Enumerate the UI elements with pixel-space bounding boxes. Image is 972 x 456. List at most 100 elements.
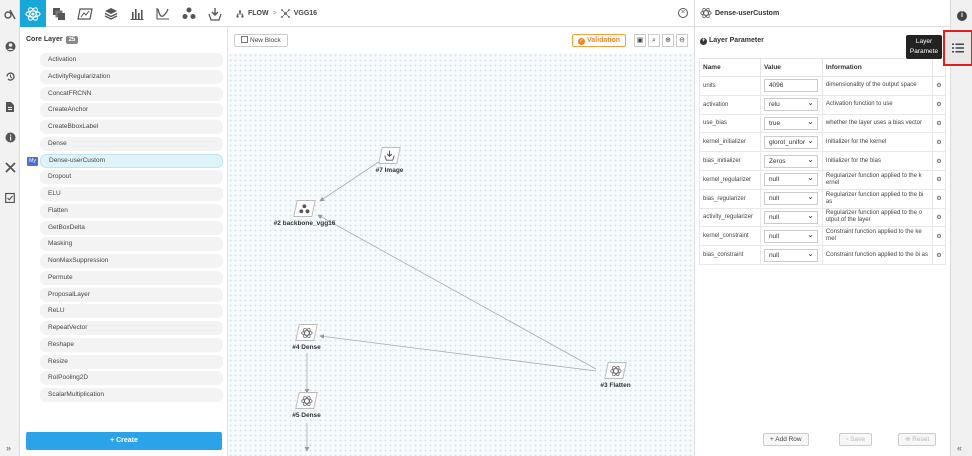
activation-select[interactable]: relu bbox=[763, 97, 818, 112]
flow-canvas[interactable]: #7 Image #2 backbone_vgg16 #4 Dense #3 F… bbox=[228, 53, 694, 456]
edge-flatten-backbone bbox=[317, 214, 597, 370]
layer-item-elu[interactable]: ELU bbox=[40, 187, 223, 201]
layer-item-roi-pooling-2d[interactable]: RoIPooling2D bbox=[40, 371, 223, 386]
create-layer-button[interactable]: + Create bbox=[26, 432, 222, 450]
node-dense-4[interactable]: #4 Dense bbox=[292, 324, 321, 351]
gear-icon[interactable]: ⚙ bbox=[931, 151, 947, 171]
node-label: #5 Dense bbox=[292, 412, 321, 419]
node-flatten-3[interactable]: #3 Flatten bbox=[600, 362, 631, 389]
layer-item-proposal-layer[interactable]: ProposalLayer bbox=[40, 287, 223, 302]
layer-item-reshape[interactable]: Reshape bbox=[40, 337, 223, 352]
layer-item-dense[interactable]: Dense bbox=[40, 136, 223, 151]
dense-layer-icon bbox=[700, 7, 712, 21]
breadcrumb-flow[interactable]: FLOW bbox=[248, 10, 269, 17]
param-info: dimensionality of the output space bbox=[821, 76, 933, 96]
param-value-cell: relu bbox=[759, 94, 823, 115]
right-rail: i « bbox=[943, 0, 972, 456]
document-icon[interactable] bbox=[3, 101, 17, 115]
layer-item-repeat-vector[interactable]: RepeatVector bbox=[40, 321, 223, 335]
layer-item-concat-frcnn[interactable]: ConcatFRCNN bbox=[40, 86, 223, 101]
breadcrumb-vgg16[interactable]: VGG16 bbox=[294, 10, 317, 17]
validation-button[interactable]: ✓ Validation bbox=[572, 34, 627, 47]
tools-icon[interactable] bbox=[3, 162, 17, 176]
node-label: #3 Flatten bbox=[600, 382, 631, 389]
layers-stack-icon[interactable] bbox=[46, 0, 72, 27]
layer-item-get-box-delta[interactable]: GetBoxDelta bbox=[40, 220, 223, 235]
history-icon[interactable] bbox=[3, 71, 17, 85]
node-dense-5[interactable]: #5 Dense bbox=[292, 392, 321, 419]
layer-item-activity-regularization[interactable]: ActivityRegularization bbox=[40, 69, 223, 84]
bar-chart-icon[interactable] bbox=[124, 0, 150, 27]
gear-icon[interactable]: ⚙ bbox=[931, 226, 947, 247]
layer-item-create-bbox-label[interactable]: CreateBboxLabel bbox=[40, 120, 223, 134]
layer-item-permute[interactable]: Permute bbox=[40, 270, 223, 285]
layer-panel: Core Layer 25 Activation ActivityRegulari… bbox=[20, 27, 228, 456]
units-input[interactable]: 4096 bbox=[763, 79, 818, 93]
param-value-cell: null bbox=[759, 207, 823, 228]
layer-item-resize[interactable]: Resize bbox=[40, 354, 223, 369]
layer-count-badge: 25 bbox=[65, 36, 79, 44]
node-backbone[interactable]: #2 backbone_vgg16 bbox=[274, 200, 335, 227]
bias-constraint-select[interactable]: null bbox=[763, 248, 818, 262]
layer-item-relu[interactable]: ReLU bbox=[40, 304, 223, 319]
zoom-fit-icon[interactable]: ⌕ bbox=[648, 34, 660, 47]
curve-icon[interactable] bbox=[150, 0, 176, 27]
task-list-icon[interactable] bbox=[3, 192, 17, 206]
plus-circle-icon: + bbox=[700, 38, 707, 45]
nodes-icon[interactable] bbox=[176, 0, 202, 27]
layer-item-dense-user-custom[interactable]: My Dense-userCustom bbox=[27, 153, 223, 168]
gear-icon[interactable]: ⚙ bbox=[931, 207, 947, 228]
layers-icon[interactable] bbox=[98, 0, 124, 27]
gear-icon[interactable]: ⚙ bbox=[931, 132, 947, 153]
layer-item-dropout[interactable]: Dropout bbox=[40, 170, 223, 185]
kernel-constraint-select[interactable]: null bbox=[763, 229, 818, 243]
save-button[interactable]: ▫ Save bbox=[839, 433, 872, 446]
node-image[interactable]: #7 Image bbox=[376, 147, 403, 174]
layer-parameter-toggle-button[interactable] bbox=[943, 30, 972, 66]
param-info: Regularizer function applied to the bi a… bbox=[821, 188, 933, 209]
reset-button[interactable]: ⊗ Reset bbox=[898, 433, 937, 446]
info-icon[interactable]: i bbox=[957, 11, 967, 21]
use-bias-select[interactable]: true bbox=[763, 116, 818, 130]
dataset-icon[interactable] bbox=[72, 0, 98, 27]
logo-icon[interactable] bbox=[3, 8, 17, 22]
layer-item-scalar-multiplication[interactable]: ScalarMultiplication bbox=[40, 388, 223, 402]
new-block-button[interactable]: New Block bbox=[234, 34, 288, 47]
add-row-button[interactable]: + Add Row bbox=[763, 433, 809, 446]
parameter-panel-title: Dense-userCustom bbox=[715, 10, 780, 17]
layer-item-create-anchor[interactable]: CreateAnchor bbox=[40, 103, 223, 118]
new-block-label: New Block bbox=[250, 37, 281, 44]
layer-list[interactable]: Activation ActivityRegularization Concat… bbox=[26, 53, 223, 425]
kernel-initializer-select[interactable]: glorot_unifor bbox=[763, 135, 818, 149]
close-icon[interactable]: × bbox=[678, 8, 688, 18]
gear-icon[interactable]: ⚙ bbox=[931, 113, 947, 134]
param-value-cell: 4096 bbox=[759, 76, 823, 96]
network-icon[interactable] bbox=[20, 0, 46, 27]
collapse-left-icon[interactable]: » bbox=[6, 443, 11, 453]
gear-icon[interactable]: ⚙ bbox=[931, 76, 947, 96]
gear-icon[interactable]: ⚙ bbox=[931, 188, 947, 209]
layer-item-flatten[interactable]: Flatten bbox=[40, 203, 223, 218]
gear-icon[interactable]: ⚙ bbox=[931, 169, 947, 190]
layer-panel-title: Core Layer bbox=[26, 36, 63, 43]
canvas-toolbar: New Block ✓ Validation ▣ ⌕ ⊕ ⊖ bbox=[228, 27, 694, 53]
new-block-icon bbox=[241, 36, 248, 43]
gear-icon[interactable]: ⚙ bbox=[931, 245, 947, 265]
user-icon[interactable] bbox=[3, 41, 17, 55]
activity-regularizer-select[interactable]: null bbox=[763, 210, 818, 224]
download-box-icon[interactable] bbox=[202, 0, 228, 27]
layer-item-label: Dense-userCustom bbox=[49, 156, 105, 164]
gear-icon[interactable]: ⚙ bbox=[931, 94, 947, 115]
kernel-regularizer-select[interactable]: null bbox=[763, 172, 818, 187]
zoom-in-icon[interactable]: ⊕ bbox=[662, 34, 674, 47]
bias-regularizer-select[interactable]: null bbox=[763, 191, 818, 206]
camera-icon[interactable]: ▣ bbox=[634, 34, 646, 47]
collapse-right-icon[interactable]: « bbox=[957, 443, 962, 453]
layer-item-activation[interactable]: Activation bbox=[40, 53, 223, 67]
bias-initializer-select[interactable]: Zeros bbox=[763, 154, 818, 168]
param-name: use_bias bbox=[699, 113, 761, 134]
info-circle-icon[interactable] bbox=[3, 132, 17, 146]
layer-item-non-max-suppression[interactable]: NonMaxSuppression bbox=[40, 254, 223, 268]
zoom-out-icon[interactable]: ⊖ bbox=[676, 34, 688, 47]
layer-item-masking[interactable]: Masking bbox=[40, 237, 223, 252]
